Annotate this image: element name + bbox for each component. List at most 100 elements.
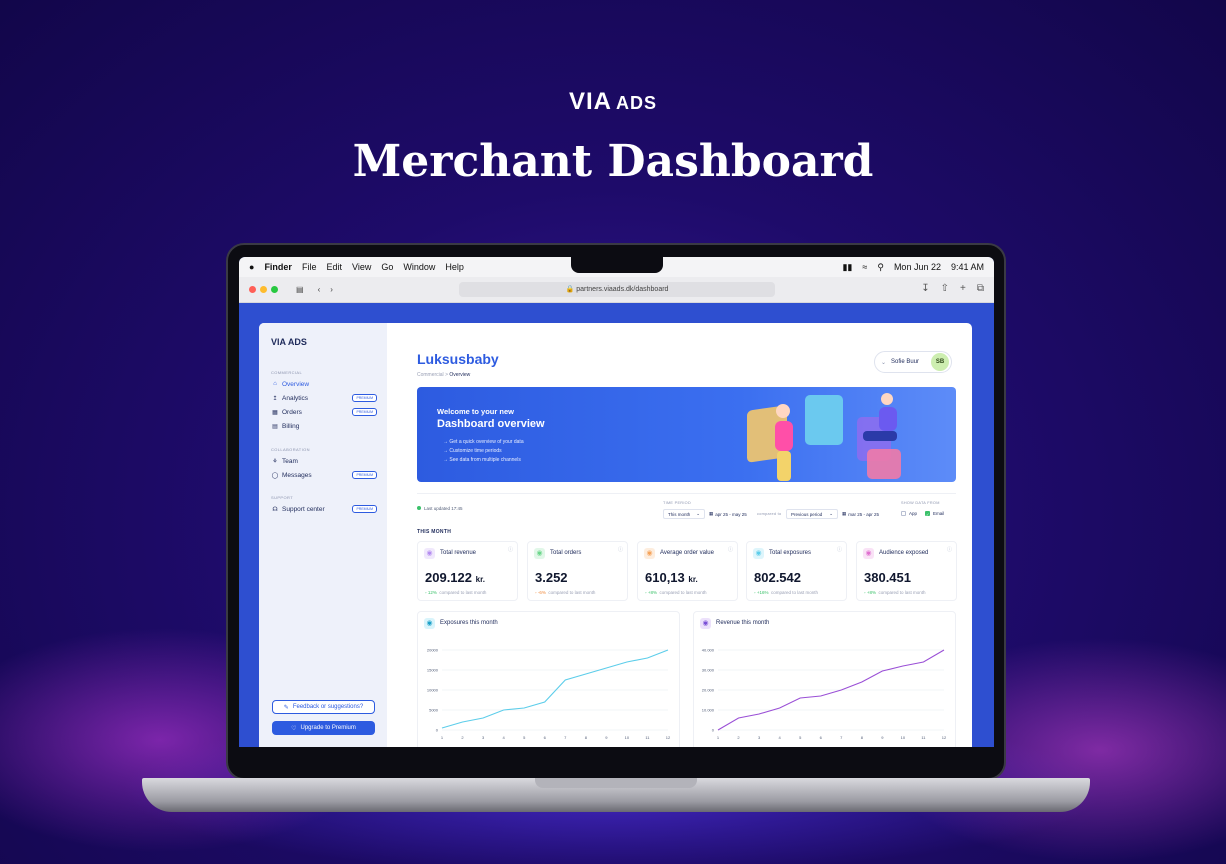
- compare-select[interactable]: Previous period ⌄: [786, 509, 838, 519]
- menubar-time[interactable]: 9:41 AM: [951, 262, 984, 272]
- avatar: SB: [931, 353, 949, 371]
- kpi-label: Audience exposed: [879, 550, 929, 556]
- page-title: Luksusbaby: [417, 351, 499, 367]
- url-bar[interactable]: 🔒 partners.viaads.dk/dashboard: [459, 282, 775, 297]
- help-icon[interactable]: ⓘ: [947, 546, 952, 553]
- kpi-label: Total revenue: [440, 550, 477, 556]
- close-window-button[interactable]: [249, 286, 256, 293]
- x-tick-label: 9: [605, 735, 608, 740]
- wifi-icon[interactable]: ≈: [862, 262, 867, 272]
- kpi-card: ◉ Audience exposed ⓘ 380.451 ◦ +8% compared…: [856, 541, 957, 601]
- channel-app-checkbox[interactable]: App: [901, 511, 917, 516]
- forward-icon[interactable]: ›: [330, 285, 333, 294]
- premium-badge: PREMIUM: [352, 408, 377, 416]
- x-axis-label: days of the month: [539, 746, 571, 747]
- sidebar-item-orders[interactable]: ▦ Orders PREMIUM: [271, 406, 377, 418]
- revenue-icon: ◉: [700, 618, 711, 629]
- x-tick-label: 12: [666, 735, 671, 740]
- sidebar-item-label: Messages: [282, 471, 312, 479]
- help-icon[interactable]: ⓘ: [508, 546, 513, 553]
- zoom-window-button[interactable]: [271, 286, 278, 293]
- y-tick-label: 15000: [427, 668, 439, 673]
- sidebar-item-label: Orders: [282, 408, 302, 416]
- new-tab-icon[interactable]: +: [960, 283, 966, 294]
- help-icon[interactable]: ⓘ: [618, 546, 623, 553]
- y-tick-label: 10000: [427, 688, 439, 693]
- menu-file[interactable]: File: [302, 262, 317, 272]
- period-select[interactable]: This month ⌄: [663, 509, 705, 519]
- feedback-label: Feedback or suggestions?: [292, 704, 364, 710]
- search-icon[interactable]: ⚲: [877, 262, 884, 273]
- sidebar-item-team[interactable]: ⚘ Team: [271, 455, 377, 467]
- menubar-date[interactable]: Mon Jun 22: [894, 262, 941, 272]
- kpi-value: 610,13 kr.: [645, 570, 698, 585]
- tabs-icon[interactable]: ⧉: [977, 283, 984, 294]
- compare-range[interactable]: ▦ mar 25 - apr 25: [838, 509, 888, 519]
- revenue-icon: ◉: [424, 548, 435, 559]
- chat-icon: ◯: [271, 472, 279, 479]
- x-tick-label: 1: [441, 735, 444, 740]
- kpi-value: 209.122 kr.: [425, 570, 485, 585]
- x-tick-label: 2: [461, 735, 464, 740]
- menu-edit[interactable]: Edit: [326, 262, 342, 272]
- section-commercial: COMMERCIAL: [271, 370, 303, 375]
- sidebar-item-analytics[interactable]: ↥ Analytics PREMIUM: [271, 392, 377, 404]
- x-tick-label: 9: [881, 735, 884, 740]
- period-value: This month: [668, 511, 691, 517]
- x-tick-label: 11: [645, 735, 650, 740]
- y-tick-label: 0: [712, 728, 715, 733]
- apple-icon[interactable]: ●: [249, 262, 254, 272]
- premium-badge: PREMIUM: [352, 505, 377, 513]
- revenue-line-chart: 010.00020.00030.00040.0001 2 3 4 5 6 7 8 9 10 11 12…: [702, 648, 947, 748]
- sidebar-item-overview[interactable]: ⌂ Overview: [271, 378, 377, 390]
- heart-icon: ♡: [291, 725, 297, 732]
- x-tick-label: 7: [840, 735, 843, 740]
- channel-label: App: [909, 511, 918, 516]
- chevron-down-icon: ⌄: [696, 511, 700, 516]
- sidebar-item-label: Support center: [282, 505, 325, 513]
- kpi-delta: ◦ +8% compared to last month: [864, 590, 926, 595]
- channel-email-checkbox[interactable]: ✓ Email: [925, 511, 945, 517]
- banner-bullet: → Get a quick overview of your data: [443, 439, 524, 445]
- kpi-delta: ◦ +8% compared to last month: [645, 590, 707, 595]
- camera-notch: [571, 257, 663, 273]
- menu-window[interactable]: Window: [403, 262, 435, 272]
- sidebar-item-support-center[interactable]: ☊ Support center PREMIUM: [271, 503, 377, 515]
- channel-label: Email: [933, 511, 945, 516]
- chevron-down-icon: ⌄: [881, 359, 887, 366]
- help-icon[interactable]: ⓘ: [837, 546, 842, 553]
- kpi-label: Average order value: [660, 550, 714, 556]
- back-icon[interactable]: ‹: [318, 285, 321, 294]
- upgrade-button[interactable]: ♡ Upgrade to Premium: [272, 721, 375, 735]
- banner-bullet: → See data from multiple channels: [443, 457, 521, 463]
- share-icon[interactable]: ⇧: [941, 283, 949, 294]
- help-icon[interactable]: ⓘ: [728, 546, 733, 553]
- minimize-window-button[interactable]: [260, 286, 267, 293]
- box-icon: ▦: [272, 409, 278, 416]
- menu-view[interactable]: View: [352, 262, 371, 272]
- time-period-label: TIME PERIOD: [663, 501, 691, 505]
- period-range[interactable]: ▦ apr 25 - may 25: [705, 509, 755, 519]
- sidebar-item-billing[interactable]: ▤ Billing: [271, 420, 377, 432]
- y-tick-label: 20.000: [702, 688, 715, 693]
- menu-finder[interactable]: Finder: [264, 262, 292, 272]
- battery-icon[interactable]: ▮▮: [842, 262, 852, 273]
- sidebar-logo[interactable]: VIA ADS: [271, 337, 307, 347]
- menu-go[interactable]: Go: [381, 262, 393, 272]
- sidebar-item-messages[interactable]: ◯ Messages PREMIUM: [271, 469, 377, 481]
- y-tick-label: 20000: [427, 648, 439, 653]
- kpi-delta: ◦ -6% compared to last month: [535, 590, 596, 595]
- user-menu[interactable]: ⌄ Sofie Buur SB: [874, 351, 952, 373]
- feedback-button[interactable]: ✎ Feedback or suggestions?: [272, 700, 375, 714]
- sidebar-toggle-icon[interactable]: ▤: [296, 285, 304, 294]
- download-icon[interactable]: ↧: [921, 283, 929, 294]
- exposures-line-chart: 05000100001500020000123456789101112days …: [427, 648, 671, 748]
- kpi-value: 380.451: [864, 570, 911, 585]
- url-text: partners.viaads.dk/dashboard: [576, 286, 669, 293]
- team-icon: ⚘: [272, 458, 278, 465]
- menu-help[interactable]: Help: [445, 262, 464, 272]
- y-tick-label: 5000: [429, 708, 439, 713]
- breadcrumb-root[interactable]: Commercial: [417, 372, 444, 378]
- exposures-chart-card: ◉ Exposures this month 0 5000 10000 15000 20…: [417, 611, 680, 747]
- banner-illustration: [747, 393, 901, 481]
